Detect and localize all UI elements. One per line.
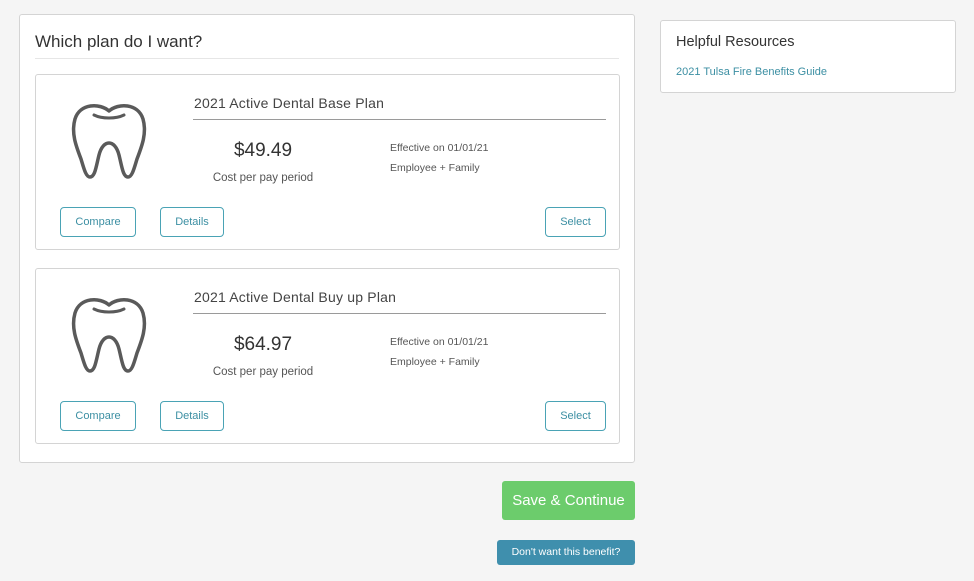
select-button[interactable]: Select: [545, 207, 606, 237]
plan-price: $49.49: [233, 140, 293, 161]
details-button[interactable]: Details: [160, 207, 224, 237]
compare-button[interactable]: Compare: [60, 401, 136, 431]
benefits-guide-link[interactable]: 2021 Tulsa Fire Benefits Guide: [676, 66, 827, 78]
helpful-resources-panel: Helpful Resources 2021 Tulsa Fire Benefi…: [660, 20, 956, 93]
plan-card-base: 2021 Active Dental Base Plan $49.49 Cost…: [35, 74, 620, 250]
plan-name: 2021 Active Dental Base Plan: [194, 95, 385, 111]
plan-divider: [193, 119, 606, 120]
title-divider: [35, 58, 619, 59]
effective-date: Effective on 01/01/21: [390, 142, 489, 154]
price-caption: Cost per pay period: [212, 366, 314, 378]
resources-title: Helpful Resources: [676, 34, 795, 50]
effective-date: Effective on 01/01/21: [390, 336, 489, 348]
plan-divider: [193, 313, 606, 314]
compare-button[interactable]: Compare: [60, 207, 136, 237]
plan-card-buy-up: 2021 Active Dental Buy up Plan $64.97 Co…: [35, 268, 620, 444]
price-caption: Cost per pay period: [212, 172, 314, 184]
tooth-icon: [71, 298, 147, 373]
save-continue-button[interactable]: Save & Continue: [502, 481, 635, 520]
plan-selection-panel: Which plan do I want? 2021 Active Dental…: [19, 14, 635, 463]
coverage-tier: Employee + Family: [390, 162, 480, 174]
page-title: Which plan do I want?: [35, 32, 203, 51]
details-button[interactable]: Details: [160, 401, 224, 431]
coverage-tier: Employee + Family: [390, 356, 480, 368]
select-button[interactable]: Select: [545, 401, 606, 431]
decline-benefit-button[interactable]: Don't want this benefit?: [497, 540, 635, 565]
tooth-icon: [71, 104, 147, 179]
plan-price: $64.97: [233, 334, 293, 355]
plan-name: 2021 Active Dental Buy up Plan: [194, 289, 397, 305]
